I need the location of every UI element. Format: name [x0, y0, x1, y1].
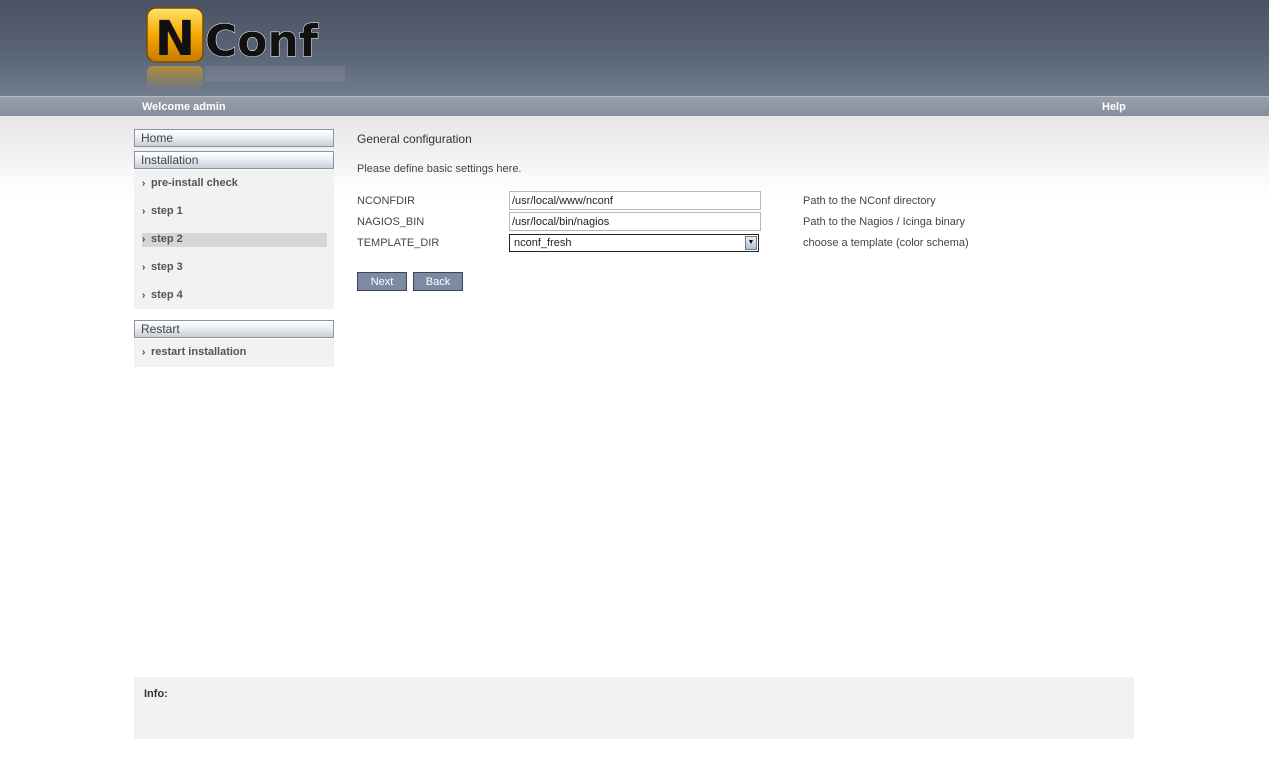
nconfdir-description: Path to the NConf directory	[803, 195, 936, 207]
sidebar-item-label: step 2	[151, 233, 183, 245]
chevron-right-icon: ›	[142, 234, 146, 245]
chevron-right-icon: ›	[142, 347, 146, 358]
template-dir-select[interactable]: nconf_fresh ▼	[509, 234, 759, 252]
nconf-logo: N Conf	[145, 6, 349, 92]
sidebar-item-restart-installation[interactable]: › restart installation	[142, 346, 327, 360]
sidebar-item-step-3[interactable]: › step 3	[142, 261, 327, 275]
welcome-text: Welcome admin	[142, 101, 226, 113]
chevron-right-icon: ›	[142, 262, 146, 273]
svg-text:N: N	[155, 11, 195, 67]
sidebar-item-label: step 4	[151, 289, 183, 301]
chevron-right-icon: ›	[142, 178, 146, 189]
sidebar-item-label: pre-install check	[151, 177, 238, 189]
nconfdir-input[interactable]	[509, 191, 761, 210]
sidebar-installation-header: Installation	[134, 151, 334, 169]
nconfdir-label: NCONFDIR	[357, 195, 416, 207]
sidebar-item-step-2[interactable]: › step 2	[142, 233, 327, 247]
user-bar: Welcome admin Help	[0, 96, 1269, 116]
sidebar-item-label: restart installation	[151, 346, 247, 358]
info-panel: Info:	[134, 677, 1134, 739]
nagios-bin-description: Path to the Nagios / Icinga binary	[803, 216, 966, 228]
chevron-right-icon: ›	[142, 290, 146, 301]
help-link[interactable]: Help	[1102, 101, 1126, 113]
sidebar-item-label: step 3	[151, 261, 183, 273]
sidebar-item-pre-install-check[interactable]: › pre-install check	[142, 177, 327, 191]
sidebar-item-label: step 1	[151, 205, 183, 217]
sidebar-restart-header: Restart	[134, 320, 334, 338]
chevron-down-icon[interactable]: ▼	[745, 236, 757, 250]
template-dir-selected-value: nconf_fresh	[514, 237, 572, 249]
restart-menu: › restart installation	[134, 339, 334, 367]
chevron-right-icon: ›	[142, 206, 146, 217]
sidebar-home-link[interactable]: Home	[134, 129, 334, 147]
page-title: General configuration	[357, 132, 472, 146]
sidebar-item-step-4[interactable]: › step 4	[142, 289, 327, 303]
nagios-bin-input[interactable]	[509, 212, 761, 231]
intro-text: Please define basic settings here.	[357, 163, 522, 175]
template-dir-description: choose a template (color schema)	[803, 237, 969, 249]
back-button[interactable]: Back	[413, 272, 463, 291]
info-label: Info:	[144, 688, 168, 700]
sidebar-item-step-1[interactable]: › step 1	[142, 205, 327, 219]
nagios-bin-label: NAGIOS_BIN	[357, 216, 425, 228]
svg-text:Conf: Conf	[205, 16, 319, 67]
installation-menu: › pre-install check › step 1 › step 2 › step…	[134, 170, 334, 309]
template-dir-label: TEMPLATE_DIR	[357, 237, 440, 249]
next-button[interactable]: Next	[357, 272, 407, 291]
header-banner: N Conf	[0, 0, 1269, 96]
